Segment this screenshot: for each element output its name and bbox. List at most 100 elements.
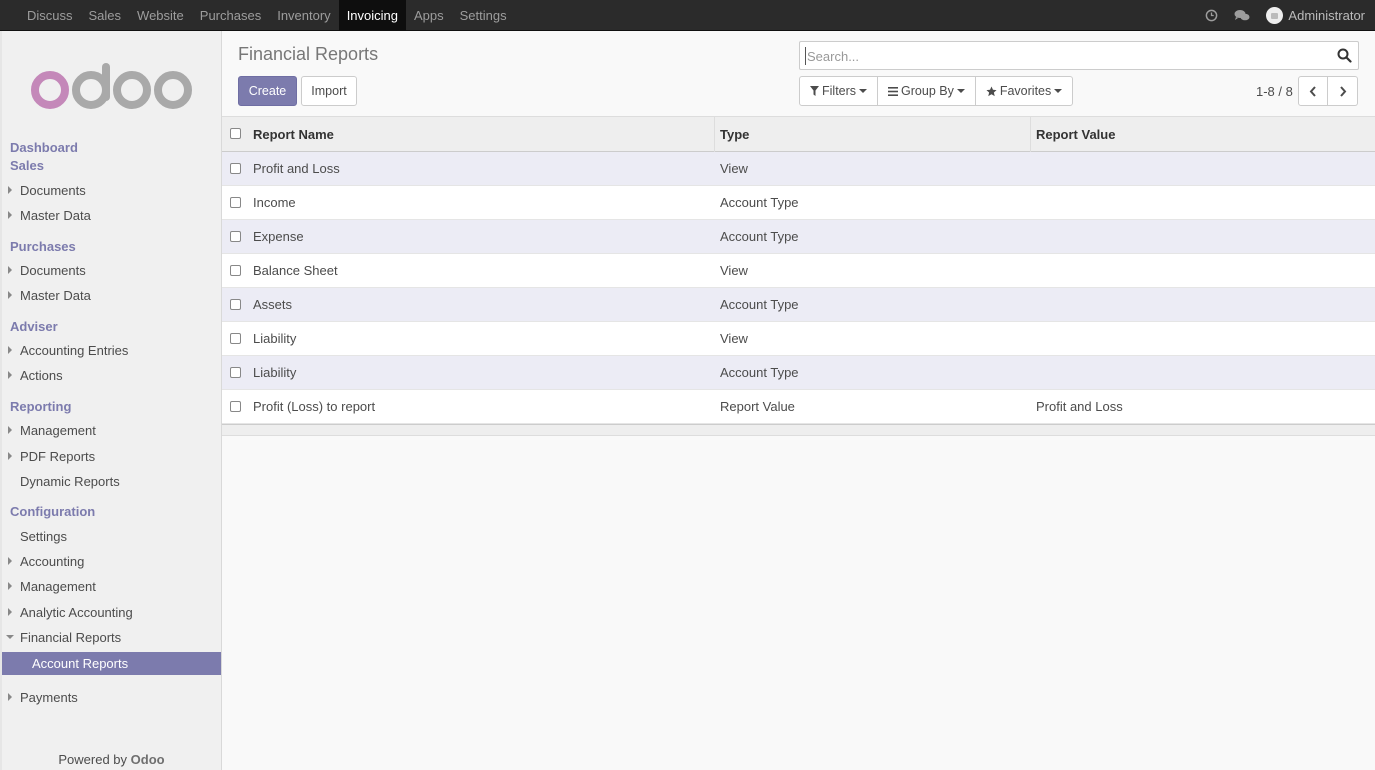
sidebar-config-management[interactable]: Management [20,579,96,594]
column-type[interactable]: Type [715,117,1031,152]
caret-down-icon [6,635,14,639]
favorites-button[interactable]: Favorites [976,77,1072,105]
filter-icon [810,86,819,96]
table-row[interactable]: Expense Account Type [222,220,1375,254]
user-name: Administrator [1288,8,1365,23]
caret-right-icon [8,186,12,194]
table-footer [222,424,1375,436]
menu-apps[interactable]: Apps [406,0,452,31]
cell-report-name: Liability [253,331,297,346]
caret-right-icon [8,291,12,299]
page-title: Financial Reports [238,44,379,64]
table-row[interactable]: Liability Account Type [222,356,1375,390]
sidebar-dynamic-reports[interactable]: Dynamic Reports [20,474,120,489]
caret-right-icon [8,608,12,616]
sidebar-pdf-reports[interactable]: PDF Reports [20,449,95,464]
sidebar-sales[interactable]: Sales [10,158,44,173]
cell-type: View [720,331,748,346]
create-button[interactable]: Create [238,76,297,106]
menu-settings[interactable]: Settings [452,0,515,31]
avatar [1266,7,1284,24]
app-menu: Discuss Sales Website Purchases Inventor… [19,0,515,31]
select-all-checkbox[interactable] [230,128,241,139]
menu-inventory[interactable]: Inventory [269,0,338,31]
caret-right-icon [8,426,12,434]
menu-website[interactable]: Website [129,0,192,31]
cell-report-name: Income [253,195,296,210]
user-menu[interactable]: Administrator [1266,7,1365,24]
row-checkbox[interactable] [230,299,241,310]
filters-button[interactable]: Filters [800,77,879,105]
table-row[interactable]: Balance Sheet View [222,254,1375,288]
table-row[interactable]: Income Account Type [222,186,1375,220]
sidebar-adviser[interactable]: Adviser [10,319,58,334]
cell-type: Account Type [720,229,799,244]
sidebar-configuration[interactable]: Configuration [10,504,95,519]
cell-report-value: Profit and Loss [1036,399,1123,414]
cell-type: View [720,263,748,278]
sidebar-accounting[interactable]: Accounting [20,554,84,569]
column-report-name[interactable]: Report Name [248,117,715,152]
pager-value[interactable]: 1-8 / 8 [1256,84,1293,99]
import-button[interactable]: Import [301,76,357,106]
cell-type: Account Type [720,297,799,312]
powered-by-brand[interactable]: Odoo [131,752,165,767]
menu-sales[interactable]: Sales [81,0,130,31]
row-checkbox[interactable] [230,401,241,412]
row-checkbox[interactable] [230,333,241,344]
chevron-left-icon [1309,85,1316,97]
sidebar-accounting-entries[interactable]: Accounting Entries [20,343,128,358]
sidebar-account-reports[interactable]: Account Reports [2,652,221,675]
caret-right-icon [8,582,12,590]
row-checkbox[interactable] [230,265,241,276]
menu-purchases[interactable]: Purchases [192,0,269,31]
cell-type: Account Type [720,365,799,380]
chevron-right-icon [1339,85,1346,97]
table-row[interactable]: Liability View [222,322,1375,356]
search-bar [799,41,1359,70]
table-row[interactable]: Assets Account Type [222,288,1375,322]
caret-right-icon [8,266,12,274]
caret-right-icon [8,211,12,219]
menu-invoicing[interactable]: Invoicing [338,0,406,31]
sidebar-purchases-master-data[interactable]: Master Data [20,288,91,303]
table-row[interactable]: Profit and Loss View [222,152,1375,186]
table-header: Report Name Type Report Value [222,116,1375,152]
sidebar-sales-master-data[interactable]: Master Data [20,208,91,223]
search-icon[interactable] [1337,48,1352,66]
sidebar-purchases-documents[interactable]: Documents [20,263,86,278]
sidebar-purchases[interactable]: Purchases [10,239,76,254]
sidebar-settings[interactable]: Settings [20,529,67,544]
sidebar-payments[interactable]: Payments [20,690,78,705]
sidebar-analytic-accounting[interactable]: Analytic Accounting [20,605,133,620]
sidebar-management[interactable]: Management [20,423,96,438]
sidebar-dashboard[interactable]: Dashboard [10,140,78,155]
sidebar-financial-reports[interactable]: Financial Reports [20,630,121,645]
sidebar-sales-documents[interactable]: Documents [20,183,86,198]
caret-right-icon [8,557,12,565]
sidebar-actions[interactable]: Actions [20,368,63,383]
caret-right-icon [8,452,12,460]
cell-type: Report Value [720,399,795,414]
cell-report-name: Assets [253,297,293,312]
powered-by: Powered by Odoo [2,752,221,767]
cell-report-name: Expense [253,229,304,244]
row-checkbox[interactable] [230,197,241,208]
list-icon [888,86,899,96]
pager-next-button[interactable] [1328,76,1358,106]
clock-icon[interactable] [1205,9,1218,22]
pager-previous-button[interactable] [1298,76,1328,106]
row-checkbox[interactable] [230,163,241,174]
chat-icon[interactable] [1234,9,1250,22]
cell-type: View [720,161,748,176]
group-by-button[interactable]: Group By [878,77,976,105]
cell-report-name: Balance Sheet [253,263,338,278]
top-navbar: Discuss Sales Website Purchases Inventor… [0,0,1375,31]
row-checkbox[interactable] [230,231,241,242]
sidebar-reporting[interactable]: Reporting [10,399,71,414]
row-checkbox[interactable] [230,367,241,378]
table-row[interactable]: Profit (Loss) to report Report Value Pro… [222,390,1375,424]
menu-discuss[interactable]: Discuss [19,0,81,31]
search-input[interactable] [805,47,1325,65]
column-report-value[interactable]: Report Value [1031,117,1375,152]
